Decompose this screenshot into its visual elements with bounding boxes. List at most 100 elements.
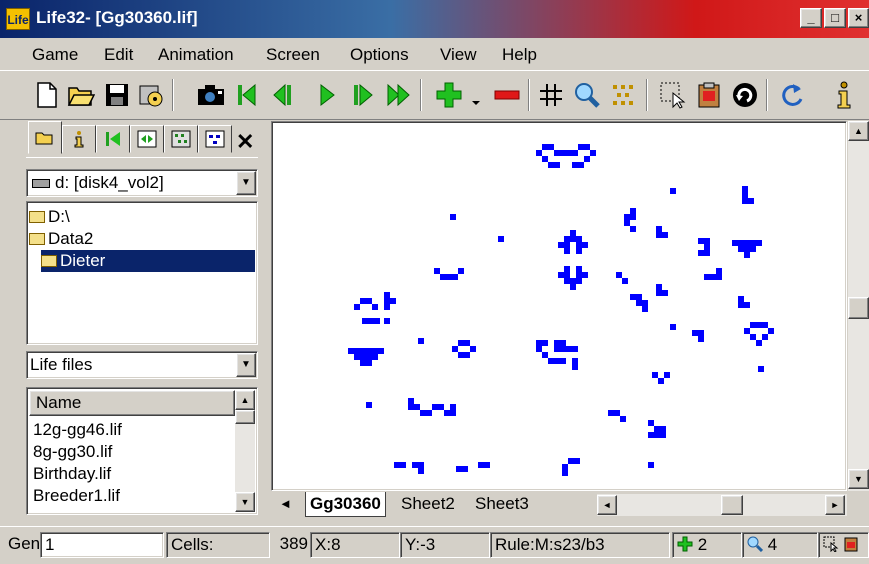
menu-animation[interactable]: Animation bbox=[158, 45, 234, 65]
scroll-thumb[interactable] bbox=[235, 410, 255, 424]
sheet-tab[interactable]: Sheet2 bbox=[397, 492, 459, 517]
live-cell bbox=[452, 346, 458, 352]
tab-dots[interactable] bbox=[198, 125, 232, 153]
dots-icon bbox=[205, 130, 225, 148]
menu-edit[interactable]: Edit bbox=[104, 45, 133, 65]
list-item[interactable]: Birthday.lif bbox=[33, 464, 111, 484]
sheet-tab-active[interactable]: Gg30360 bbox=[305, 492, 386, 517]
menu-game[interactable]: Game bbox=[32, 45, 78, 65]
step-back-icon[interactable] bbox=[266, 77, 300, 113]
list-item[interactable]: 8g-gg30.lif bbox=[33, 442, 112, 462]
tab-fit[interactable] bbox=[130, 125, 164, 153]
save-icon[interactable] bbox=[100, 77, 134, 113]
live-cell bbox=[642, 300, 648, 306]
zoom-out-minus-icon[interactable] bbox=[490, 77, 524, 113]
tab-info[interactable] bbox=[62, 125, 96, 153]
scroll-left-icon[interactable]: ◄ bbox=[597, 495, 617, 515]
live-cell bbox=[478, 462, 484, 468]
live-cell bbox=[756, 340, 762, 346]
live-cell bbox=[750, 240, 756, 246]
tree-item[interactable]: D:\ bbox=[29, 206, 76, 228]
sheet-tab[interactable]: Sheet3 bbox=[471, 492, 533, 517]
plus-value: 2 bbox=[697, 535, 708, 554]
live-cell bbox=[554, 150, 560, 156]
grid-icon[interactable] bbox=[534, 77, 568, 113]
live-cell bbox=[630, 294, 636, 300]
live-cell bbox=[418, 338, 424, 344]
info-icon[interactable] bbox=[828, 77, 860, 113]
live-cell bbox=[384, 298, 390, 304]
close-button[interactable]: × bbox=[848, 8, 869, 28]
live-cell bbox=[566, 346, 572, 352]
rotate-icon[interactable] bbox=[728, 77, 762, 113]
scroll-down-icon[interactable]: ▼ bbox=[848, 469, 869, 489]
chevron-down-icon[interactable]: ▼ bbox=[236, 353, 256, 377]
live-cell bbox=[542, 340, 548, 346]
live-cell bbox=[656, 290, 662, 296]
tree-item[interactable]: Data2 bbox=[29, 228, 99, 250]
scroll-down-icon[interactable]: ▼ bbox=[235, 492, 255, 512]
play-icon[interactable] bbox=[310, 77, 344, 113]
scroll-up-icon[interactable]: ▲ bbox=[848, 121, 869, 141]
menu-help[interactable]: Help bbox=[502, 45, 537, 65]
scroll-thumb[interactable] bbox=[721, 495, 743, 515]
live-cell bbox=[624, 214, 630, 220]
live-cell bbox=[420, 410, 426, 416]
camera-icon[interactable] bbox=[194, 77, 228, 113]
canvas-vertical-scrollbar[interactable]: ▲ ▼ bbox=[848, 121, 869, 491]
open-folder-icon bbox=[29, 211, 45, 223]
skip-start-icon[interactable] bbox=[230, 77, 264, 113]
settings-icon[interactable] bbox=[134, 77, 168, 113]
list-item[interactable]: 12g-gg46.lif bbox=[33, 420, 122, 440]
drive-select[interactable]: d: [disk4_vol2] ▼ bbox=[26, 169, 258, 197]
rule-field[interactable]: Rule:M:s23/b3 bbox=[490, 532, 670, 558]
toolbar-separator bbox=[528, 79, 530, 111]
close-panel-icon[interactable]: ✕ bbox=[236, 129, 254, 155]
select-icon[interactable] bbox=[656, 77, 690, 113]
canvas-horizontal-scrollbar[interactable]: ◄ ► bbox=[597, 494, 847, 516]
live-cell bbox=[656, 232, 662, 238]
refresh-icon[interactable] bbox=[776, 77, 810, 113]
tab-start[interactable] bbox=[96, 125, 130, 153]
scroll-thumb[interactable] bbox=[848, 297, 869, 319]
sheet-scroll-left-icon[interactable]: ◄ bbox=[275, 492, 296, 517]
life-grid-canvas[interactable] bbox=[271, 121, 847, 491]
tab-folder[interactable] bbox=[28, 121, 62, 154]
menu-view[interactable]: View bbox=[440, 45, 477, 65]
column-header-name[interactable]: Name bbox=[29, 390, 235, 416]
fast-forward-icon[interactable] bbox=[382, 77, 416, 113]
list-item[interactable]: Breeder1.lif bbox=[33, 486, 120, 506]
live-cell bbox=[756, 322, 762, 328]
live-cell bbox=[762, 334, 768, 340]
step-forward-icon[interactable] bbox=[346, 77, 380, 113]
scroll-up-icon[interactable]: ▲ bbox=[235, 390, 255, 410]
left-panel: ✕ d: [disk4_vol2] ▼ D:\ Data2 Dieter Lif… bbox=[0, 121, 268, 518]
scroll-right-icon[interactable]: ► bbox=[825, 495, 845, 515]
new-icon[interactable] bbox=[30, 77, 64, 113]
live-cell bbox=[698, 336, 704, 342]
live-cell bbox=[366, 348, 372, 354]
magnifier-icon[interactable] bbox=[570, 77, 604, 113]
paste-icon[interactable] bbox=[692, 77, 726, 113]
live-cell bbox=[458, 352, 464, 358]
live-cell bbox=[614, 410, 620, 416]
live-cell bbox=[542, 144, 548, 150]
tab-pattern[interactable] bbox=[164, 125, 198, 153]
dropdown-arrow-icon[interactable] bbox=[466, 77, 486, 113]
zoom-in-plus-icon[interactable] bbox=[432, 77, 466, 113]
file-type-value: Life files bbox=[30, 355, 93, 374]
open-folder-icon bbox=[29, 233, 45, 245]
tree-item-selected[interactable]: Dieter bbox=[41, 250, 255, 272]
maximize-button[interactable]: □ bbox=[824, 8, 846, 28]
minimize-button[interactable]: _ bbox=[800, 8, 822, 28]
file-list-scrollbar[interactable]: ▲ ▼ bbox=[235, 390, 255, 512]
pattern-icon[interactable] bbox=[606, 77, 640, 113]
menu-options[interactable]: Options bbox=[350, 45, 409, 65]
menu-screen[interactable]: Screen bbox=[266, 45, 320, 65]
open-icon[interactable] bbox=[64, 77, 98, 113]
live-cell bbox=[704, 238, 710, 244]
gen-field[interactable]: 1 bbox=[40, 532, 164, 558]
file-type-select[interactable]: Life files ▼ bbox=[26, 351, 258, 379]
rule-label: Rule: bbox=[495, 535, 535, 554]
chevron-down-icon[interactable]: ▼ bbox=[236, 171, 256, 195]
